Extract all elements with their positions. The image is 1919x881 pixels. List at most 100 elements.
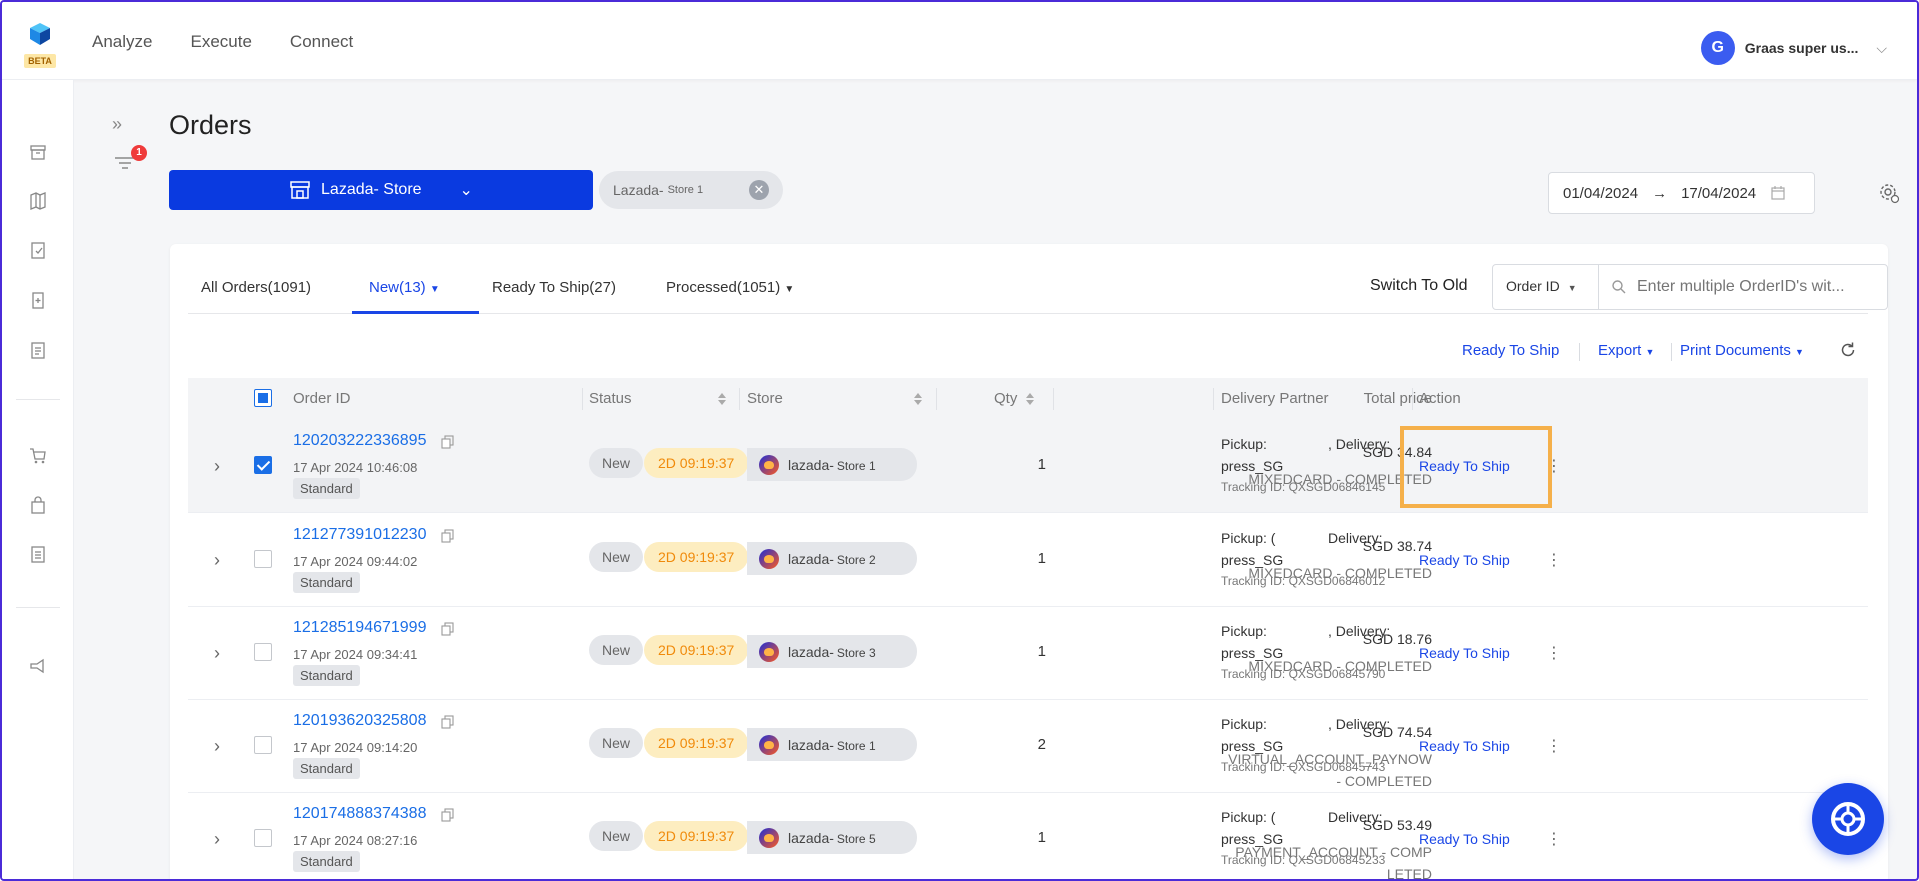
table-row[interactable]: › 121277391012230 17 Apr 2024 09:44:02 Stan… <box>188 514 1868 607</box>
sort-icon[interactable] <box>913 391 923 407</box>
nav-connect[interactable]: Connect <box>290 32 353 52</box>
invoice-icon[interactable] <box>28 544 48 564</box>
expand-row-icon[interactable]: › <box>214 550 220 571</box>
quantity: 1 <box>1037 643 1046 660</box>
status-badge: New <box>589 448 644 478</box>
tab-new[interactable]: New(13) ▼ <box>369 279 440 296</box>
chip-label: Lazada- <box>613 182 664 198</box>
row-ready-to-ship-button[interactable]: Ready To Ship <box>1419 645 1510 661</box>
store-selector-button[interactable]: Lazada- Store ⌄ <box>169 170 593 210</box>
tracking-id: Tracking ID: QXSGD06845743 <box>1221 760 1386 774</box>
cart-icon[interactable] <box>28 446 48 466</box>
order-id-link[interactable]: 120174888374388 <box>293 805 426 823</box>
expand-sidebar-icon[interactable]: » <box>112 114 122 135</box>
filter-count-badge: 1 <box>131 145 147 161</box>
help-fab-button[interactable] <box>1812 783 1884 855</box>
select-all-checkbox[interactable] <box>254 389 272 407</box>
table-row[interactable]: › 120174888374388 17 Apr 2024 08:27:16 Stan… <box>188 793 1868 879</box>
row-checkbox[interactable] <box>254 643 272 661</box>
expand-row-icon[interactable]: › <box>214 829 220 850</box>
column-divider <box>1213 388 1214 410</box>
search-input[interactable] <box>1601 265 1885 309</box>
copy-icon[interactable] <box>441 529 454 543</box>
row-ready-to-ship-button[interactable]: Ready To Ship <box>1419 552 1510 568</box>
row-ready-to-ship-button[interactable]: Ready To Ship <box>1419 831 1510 847</box>
clipboard-check-icon[interactable] <box>28 240 48 260</box>
store-badge: lazada- Store 2 <box>747 542 917 575</box>
print-documents-button[interactable]: Print Documents ▼ <box>1680 342 1804 359</box>
orders-card: All Orders(1091) New(13) ▼ Ready To Ship… <box>170 244 1888 879</box>
close-icon[interactable]: ✕ <box>749 180 769 200</box>
caret-down-icon: ▼ <box>1795 347 1804 357</box>
shopping-bag-icon[interactable] <box>28 495 48 515</box>
col-action: Action <box>1419 390 1461 407</box>
table-row[interactable]: › 120203222336895 17 Apr 2024 10:46:08 Stan… <box>188 420 1868 513</box>
sort-icon[interactable] <box>717 391 727 407</box>
copy-icon[interactable] <box>441 622 454 636</box>
tracking-id: Tracking ID: QXSGD06846145 <box>1221 480 1386 494</box>
copy-icon[interactable] <box>441 808 454 822</box>
order-id-link[interactable]: 120193620325808 <box>293 712 426 730</box>
tab-ready-to-ship[interactable]: Ready To Ship(27) <box>492 279 616 296</box>
nav-execute[interactable]: Execute <box>190 32 251 52</box>
expand-row-icon[interactable]: › <box>214 456 220 477</box>
file-add-icon[interactable] <box>28 290 48 310</box>
map-icon[interactable] <box>28 191 48 211</box>
active-tab-indicator <box>352 311 479 314</box>
order-id-link[interactable]: 121277391012230 <box>293 526 426 544</box>
timer-badge: 2D 09:19:37 <box>644 821 749 851</box>
col-status: Status <box>589 390 632 407</box>
table-header: Order ID Status Store Qty Total price De… <box>188 378 1868 420</box>
search-field-selector[interactable]: Order ID ▼ <box>1493 265 1599 309</box>
date-range-picker[interactable]: 01/04/2024 → 17/04/2024 <box>1548 172 1815 214</box>
row-ready-to-ship-button[interactable]: Ready To Ship <box>1419 738 1510 754</box>
more-options-icon[interactable]: ⋮ <box>1546 829 1562 849</box>
copy-icon[interactable] <box>441 715 454 729</box>
date-arrow: → <box>1652 184 1668 202</box>
col-order-id: Order ID <box>293 390 351 407</box>
app-logo[interactable]: BETA <box>24 22 56 68</box>
table-row[interactable]: › 121285194671999 17 Apr 2024 09:34:41 Stan… <box>188 607 1868 700</box>
expand-row-icon[interactable]: › <box>214 643 220 664</box>
tab-all-orders[interactable]: All Orders(1091) <box>201 279 311 296</box>
more-options-icon[interactable]: ⋮ <box>1546 643 1562 663</box>
switch-to-old-link[interactable]: Switch To Old <box>1370 277 1468 295</box>
tab-processed[interactable]: Processed(1051) ▼ <box>666 279 794 296</box>
document-list-icon[interactable] <box>28 340 48 360</box>
caret-down-icon: ▼ <box>429 284 440 295</box>
megaphone-icon[interactable] <box>28 656 48 676</box>
more-options-icon[interactable]: ⋮ <box>1546 550 1562 570</box>
row-checkbox[interactable] <box>254 829 272 847</box>
delivery-partner: press_SG <box>1221 738 1284 754</box>
archive-icon[interactable] <box>28 142 48 162</box>
settings-gear-icon[interactable] <box>1878 182 1900 204</box>
expand-row-icon[interactable]: › <box>214 736 220 757</box>
timer-badge: 2D 09:19:37 <box>644 448 749 478</box>
copy-icon[interactable] <box>441 435 454 449</box>
sort-icon[interactable] <box>1025 391 1035 407</box>
order-id-link[interactable]: 121285194671999 <box>293 619 426 637</box>
col-qty: Qty <box>994 390 1018 407</box>
order-date: 17 Apr 2024 08:27:16 <box>293 833 418 848</box>
ready-to-ship-button[interactable]: Ready To Ship <box>1462 342 1559 359</box>
divider <box>1671 343 1672 361</box>
order-type-badge: Standard <box>293 478 360 499</box>
nav-analyze[interactable]: Analyze <box>92 32 152 52</box>
sidebar-divider <box>16 607 60 608</box>
user-menu[interactable]: G Graas super us... ⌵ <box>1700 31 1887 65</box>
more-options-icon[interactable]: ⋮ <box>1546 736 1562 756</box>
row-checkbox[interactable] <box>254 736 272 754</box>
delivery-label: , Delivery: <box>1328 623 1391 639</box>
row-checkbox[interactable] <box>254 456 272 474</box>
table-row[interactable]: › 120193620325808 17 Apr 2024 09:14:20 Stan… <box>188 700 1868 793</box>
date-to: 17/04/2024 <box>1681 184 1757 202</box>
order-date: 17 Apr 2024 10:46:08 <box>293 460 418 475</box>
export-button[interactable]: Export ▼ <box>1598 342 1654 359</box>
status-badge: New <box>589 821 644 851</box>
order-id-link[interactable]: 120203222336895 <box>293 432 426 450</box>
export-label: Export <box>1598 342 1642 359</box>
lazada-logo-icon <box>759 641 779 662</box>
refresh-icon[interactable] <box>1839 341 1857 359</box>
row-checkbox[interactable] <box>254 550 272 568</box>
order-type-badge: Standard <box>293 572 360 593</box>
